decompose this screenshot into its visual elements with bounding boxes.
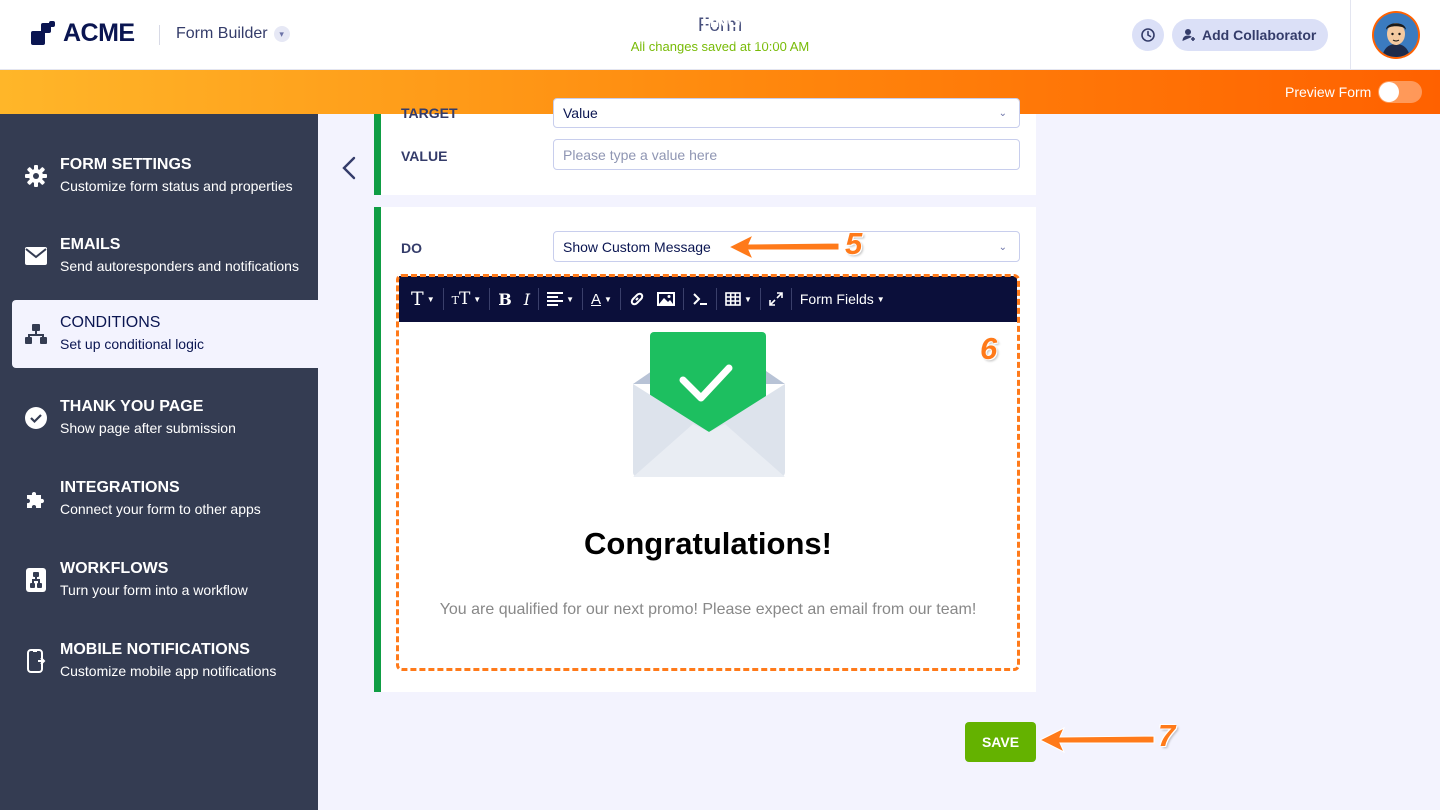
link-button[interactable] — [623, 276, 651, 322]
sidebar-item-title: MOBILE NOTIFICATIONS — [60, 641, 250, 658]
font-size-button[interactable]: TT ▼ — [446, 276, 488, 322]
history-icon — [1141, 28, 1155, 42]
back-chevron-icon[interactable] — [338, 154, 360, 182]
message-heading: Congratulations! — [584, 526, 832, 561]
toolbar-separator — [715, 288, 717, 310]
collaborator-label: Add Collaborator — [1202, 27, 1317, 43]
gear-icon — [24, 164, 48, 188]
toolbar-separator — [489, 288, 491, 310]
toggle-knob — [1379, 82, 1399, 102]
envelope-icon — [24, 244, 48, 268]
settings-sidebar: FORM SETTINGS Customize form status and … — [0, 114, 318, 810]
sidebar-item-integrations[interactable]: INTEGRATIONS Connect your form to other … — [0, 465, 318, 533]
link-icon — [630, 292, 644, 306]
fullscreen-button[interactable] — [763, 276, 789, 322]
text-color-button[interactable]: A ▼ — [585, 276, 618, 322]
toolbar-separator — [582, 288, 583, 310]
sidebar-item-subtitle: Customize mobile app notifications — [60, 663, 277, 679]
avatar-face-icon — [1374, 13, 1418, 57]
sidebar-item-subtitle: Set up conditional logic — [60, 336, 204, 352]
sidebar-item-subtitle: Customize form status and properties — [60, 178, 293, 194]
annotation-arrow-5 — [727, 233, 840, 261]
save-button[interactable]: SAVE — [965, 722, 1036, 762]
chevron-down-icon: ⌄ — [998, 241, 1007, 253]
sidebar-item-subtitle: Connect your form to other apps — [60, 501, 261, 517]
toolbar-separator — [790, 288, 792, 310]
tab-publish[interactable]: PUBLISH — [782, 0, 908, 44]
envelope-check-illustration — [633, 332, 785, 477]
annotation-number-6: 6 — [980, 331, 998, 366]
annotation-arrow-7 — [1038, 726, 1155, 754]
sidebar-item-subtitle: Send autoresponders and notifications — [60, 258, 299, 274]
sidebar-item-title: THANK YOU PAGE — [60, 398, 204, 415]
value-input[interactable]: Please type a value here — [553, 139, 1020, 170]
toolbar-separator — [538, 288, 540, 310]
add-user-icon — [1182, 29, 1195, 41]
text-color-icon: A — [591, 290, 602, 308]
add-collaborator-button[interactable]: Add Collaborator — [1172, 19, 1329, 51]
sidebar-item-title: EMAILS — [60, 236, 121, 253]
code-icon — [693, 293, 707, 305]
table-icon — [725, 292, 741, 306]
hierarchy-icon — [24, 322, 48, 346]
table-button[interactable]: ▼ — [719, 276, 758, 322]
value-label: VALUE — [401, 148, 448, 164]
italic-button[interactable]: I — [518, 276, 536, 322]
sidebar-item-form-settings[interactable]: FORM SETTINGS Customize form status and … — [0, 142, 318, 210]
header-separator — [1350, 0, 1351, 70]
toolbar-separator — [619, 288, 621, 310]
font-style-button[interactable]: T ▼ — [405, 276, 441, 322]
sidebar-item-title: FORM SETTINGS — [60, 156, 192, 173]
tab-settings[interactable]: SETTINGS — [638, 0, 780, 44]
image-button[interactable] — [651, 276, 681, 322]
text-size-icon: TT — [451, 289, 471, 309]
puzzle-icon — [24, 487, 48, 511]
image-icon — [656, 292, 675, 306]
do-label: DO — [401, 240, 422, 256]
expand-icon — [769, 292, 783, 306]
annotation-number-5: 5 — [845, 226, 863, 261]
sidebar-item-subtitle: Show page after submission — [60, 420, 236, 436]
sidebar-item-conditions[interactable]: CONDITIONS Set up conditional logic — [12, 300, 318, 368]
toolbar-separator — [442, 288, 444, 310]
code-button[interactable] — [686, 276, 714, 322]
bold-icon: B — [498, 289, 512, 309]
editor-toolbar: T ▼ TT ▼ B I ▼ A ▼ ▼ Form Fields ▼ — [399, 276, 1017, 322]
bold-button[interactable]: B — [492, 276, 518, 322]
text-icon: T — [411, 288, 424, 310]
mobile-icon — [24, 649, 48, 673]
message-body: You are qualified for our next promo! Pl… — [439, 601, 977, 618]
italic-icon: I — [523, 289, 531, 309]
sidebar-item-title: CONDITIONS — [60, 314, 161, 331]
align-left-icon — [547, 292, 564, 306]
toolbar-separator — [759, 288, 761, 310]
user-avatar[interactable] — [1372, 11, 1420, 59]
do-action-value: Show Custom Message — [563, 238, 711, 255]
toolbar-separator — [682, 288, 684, 310]
check-circle-icon — [24, 406, 48, 430]
form-fields-button[interactable]: Form Fields ▼ — [794, 276, 891, 322]
navbar-overlap-mask — [374, 70, 1036, 114]
workflow-icon — [24, 568, 48, 592]
sidebar-item-emails[interactable]: EMAILS Send autoresponders and notificat… — [0, 222, 318, 290]
preview-form-label: Preview Form — [1285, 84, 1372, 100]
sidebar-item-title: WORKFLOWS — [60, 560, 169, 577]
form-fields-label: Form Fields — [799, 291, 874, 307]
annotation-number-7: 7 — [1158, 718, 1176, 753]
sidebar-item-thank-you-page[interactable]: THANK YOU PAGE Show page after submissio… — [0, 384, 318, 452]
sidebar-item-mobile-notifications[interactable]: MOBILE NOTIFICATIONS Customize mobile ap… — [0, 627, 318, 695]
condition-if-card: TARGET Value ⌄ VALUE Please type a value… — [374, 98, 1036, 195]
sidebar-item-subtitle: Turn your form into a workflow — [60, 582, 248, 598]
align-button[interactable]: ▼ — [541, 276, 580, 322]
sidebar-item-title: INTEGRATIONS — [60, 479, 180, 496]
value-placeholder: Please type a value here — [563, 146, 718, 163]
preview-form-toggle[interactable] — [1378, 81, 1422, 103]
sidebar-item-workflows[interactable]: WORKFLOWS Turn your form into a workflow — [0, 546, 318, 614]
revision-history-button[interactable] — [1132, 19, 1164, 51]
tab-build[interactable]: BUILD — [532, 0, 636, 44]
